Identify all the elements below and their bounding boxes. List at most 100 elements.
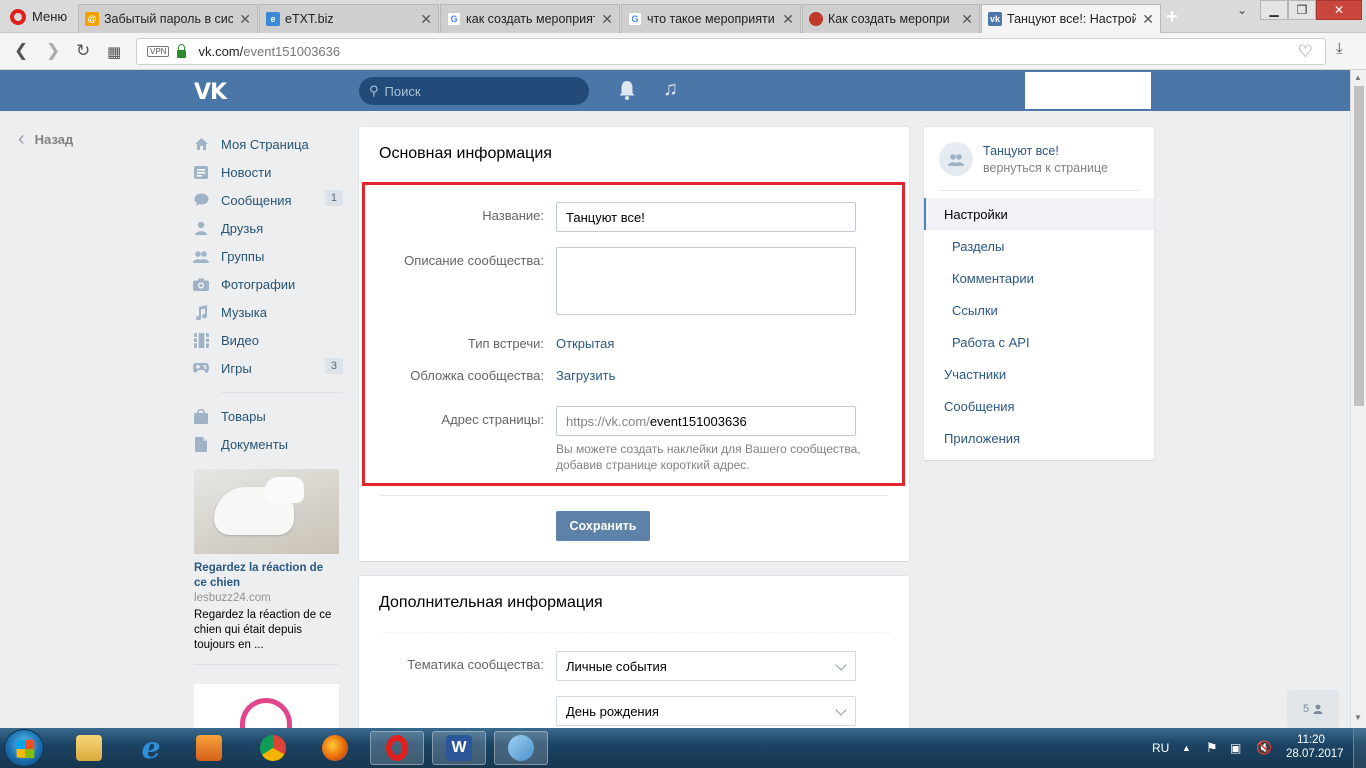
menu-item-apps[interactable]: Приложения xyxy=(924,422,1154,454)
sidebar-item-label: Моя Страница xyxy=(221,136,309,152)
paint-icon[interactable] xyxy=(494,731,548,765)
second-ad-image[interactable] xyxy=(194,684,339,728)
scroll-down-arrow-icon[interactable]: ▼ xyxy=(1354,713,1362,722)
language-indicator[interactable]: RU xyxy=(1152,728,1169,768)
minimize-window-button[interactable]: ▁ xyxy=(1260,0,1288,20)
search-input[interactable]: ⚲ Поиск xyxy=(359,77,589,105)
back-to-page-link[interactable]: вернуться к странице xyxy=(983,161,1108,175)
right-menu-divider xyxy=(939,190,1139,191)
menu-item-comments[interactable]: Комментарии xyxy=(924,262,1154,294)
ad-dog-image[interactable] xyxy=(194,469,339,554)
back-arrow-icon[interactable]: ❮ xyxy=(14,41,28,61)
vpn-badge[interactable]: VPN xyxy=(147,46,170,57)
close-tab-icon[interactable]: ✕ xyxy=(1142,11,1154,28)
sidebar-ad[interactable]: Regardez la réaction de ce chien lesbuzz… xyxy=(194,469,339,665)
menu-item-sections[interactable]: Разделы xyxy=(924,230,1154,262)
save-button[interactable]: Сохранить xyxy=(556,511,650,541)
event-type-link[interactable]: Открытая xyxy=(556,336,614,351)
sidebar-item-goods[interactable]: Товары xyxy=(193,402,343,430)
sidebar-item-label: Фотографии xyxy=(221,276,296,292)
tab-list-icon[interactable]: ⌄ xyxy=(1232,0,1252,20)
page-scrollbar[interactable]: ▲ ▼ xyxy=(1350,70,1366,728)
network-icon[interactable]: ▣ xyxy=(1230,728,1241,768)
page-address-input[interactable]: https://vk.com/event151003636 xyxy=(556,406,856,436)
upload-cover-link[interactable]: Загрузить xyxy=(556,368,615,383)
back-link[interactable]: ‹ Назад xyxy=(18,128,73,151)
download-icon[interactable]: ⤓ xyxy=(1336,40,1343,57)
chrome-icon[interactable] xyxy=(246,731,300,765)
browser-tab[interactable]: @ Забытый пароль в сист ✕ xyxy=(78,4,258,33)
system-clock[interactable]: 11:20 28.07.2017 xyxy=(1286,733,1344,761)
internet-explorer-icon[interactable]: e xyxy=(124,731,178,766)
scroll-up-arrow-icon[interactable]: ▲ xyxy=(1354,73,1362,82)
subtopic-select[interactable]: День рождения xyxy=(556,696,856,726)
volume-muted-icon[interactable]: 🔇 xyxy=(1256,728,1272,768)
sidebar-item-video[interactable]: Видео xyxy=(193,326,343,354)
close-tab-icon[interactable]: ✕ xyxy=(601,11,613,28)
ad-title[interactable]: Regardez la réaction de ce chien xyxy=(194,561,339,591)
sidebar-divider xyxy=(221,392,343,393)
opera-taskbar-icon[interactable] xyxy=(370,731,424,765)
browser-tab[interactable]: e eTXT.biz ✕ xyxy=(259,4,439,33)
online-friends-button[interactable]: 5 xyxy=(1287,690,1339,728)
event-type-label: Тип встречи: xyxy=(467,336,544,351)
close-tab-icon[interactable]: ✕ xyxy=(782,11,794,28)
browser-tab[interactable]: Как создать меропри ✕ xyxy=(802,4,980,33)
menu-item-links[interactable]: Ссылки xyxy=(924,294,1154,326)
menu-item-members[interactable]: Участники xyxy=(924,358,1154,390)
favicon-icon: @ xyxy=(85,12,99,26)
menu-item-api[interactable]: Работа с API xyxy=(924,326,1154,358)
windows-start-button[interactable] xyxy=(4,729,44,767)
form-divider xyxy=(379,495,888,496)
explorer-folder-icon[interactable] xyxy=(62,731,116,765)
opera-menu-button[interactable]: Меню xyxy=(0,0,76,33)
menu-item-messages[interactable]: Сообщения xyxy=(924,390,1154,422)
section-divider xyxy=(379,632,890,633)
close-tab-icon[interactable]: ✕ xyxy=(239,11,251,28)
document-icon xyxy=(193,436,209,452)
sidebar-item-my-page[interactable]: Моя Страница xyxy=(193,130,343,158)
community-name-input[interactable]: Танцуют все! xyxy=(556,202,856,232)
sidebar-item-messages[interactable]: Сообщения 1 xyxy=(193,186,343,214)
url-field[interactable]: VPN vk.com/ event151003636 ♡ xyxy=(136,38,1326,65)
sidebar-item-news[interactable]: Новости xyxy=(193,158,343,186)
menu-item-settings[interactable]: Настройки xyxy=(924,198,1154,230)
browser-tab-active[interactable]: vk Танцуют все!: Настрой ✕ xyxy=(981,4,1161,33)
browser-tab[interactable]: G как создать мероприят ✕ xyxy=(440,4,620,33)
bookmark-heart-icon[interactable]: ♡ xyxy=(1298,42,1313,62)
topic-select[interactable]: Личные события xyxy=(556,651,856,681)
close-window-button[interactable]: ✕ xyxy=(1316,0,1362,20)
group-name-link[interactable]: Танцуют все! xyxy=(983,144,1059,158)
group-avatar[interactable] xyxy=(939,142,973,176)
vk-logo[interactable]: VK xyxy=(194,80,227,105)
menu-item-label: Настройки xyxy=(944,206,1008,222)
word-icon[interactable]: W xyxy=(432,731,486,765)
sidebar-item-documents[interactable]: Документы xyxy=(193,430,343,458)
scrollbar-thumb[interactable] xyxy=(1354,86,1364,406)
google-favicon-icon: G xyxy=(628,12,642,26)
media-player-icon[interactable] xyxy=(182,731,236,765)
close-tab-icon[interactable]: ✕ xyxy=(961,11,973,28)
music-note-icon[interactable]: ♫ xyxy=(663,78,678,101)
reload-icon[interactable]: ↻ xyxy=(76,41,90,61)
forward-arrow-icon[interactable]: ❯ xyxy=(46,41,60,61)
sidebar-item-games[interactable]: Игры 3 xyxy=(193,354,343,382)
close-tab-icon[interactable]: ✕ xyxy=(420,11,432,28)
maximize-window-button[interactable]: ❐ xyxy=(1288,0,1316,20)
menu-item-label: Участники xyxy=(944,366,1007,382)
tab-title: Танцуют все!: Настрой xyxy=(1007,12,1137,26)
profile-menu-area[interactable] xyxy=(1025,72,1151,109)
sidebar-item-music[interactable]: Музыка xyxy=(193,298,343,326)
community-description-textarea[interactable] xyxy=(556,247,856,315)
show-desktop-button[interactable] xyxy=(1353,728,1366,768)
tray-expand-icon[interactable]: ▲ xyxy=(1182,728,1191,768)
new-tab-plus-icon[interactable]: + xyxy=(1166,6,1178,29)
sidebar-item-groups[interactable]: Группы xyxy=(193,242,343,270)
sidebar-item-friends[interactable]: Друзья xyxy=(193,214,343,242)
firefox-icon[interactable] xyxy=(308,731,362,765)
speed-dial-grid-icon[interactable]: ▦ xyxy=(107,43,121,61)
browser-tab[interactable]: G что такое мероприяти ✕ xyxy=(621,4,801,33)
notifications-bell-icon[interactable] xyxy=(617,79,637,101)
action-center-flag-icon[interactable]: ⚑ xyxy=(1206,728,1218,768)
sidebar-item-photos[interactable]: Фотографии xyxy=(193,270,343,298)
